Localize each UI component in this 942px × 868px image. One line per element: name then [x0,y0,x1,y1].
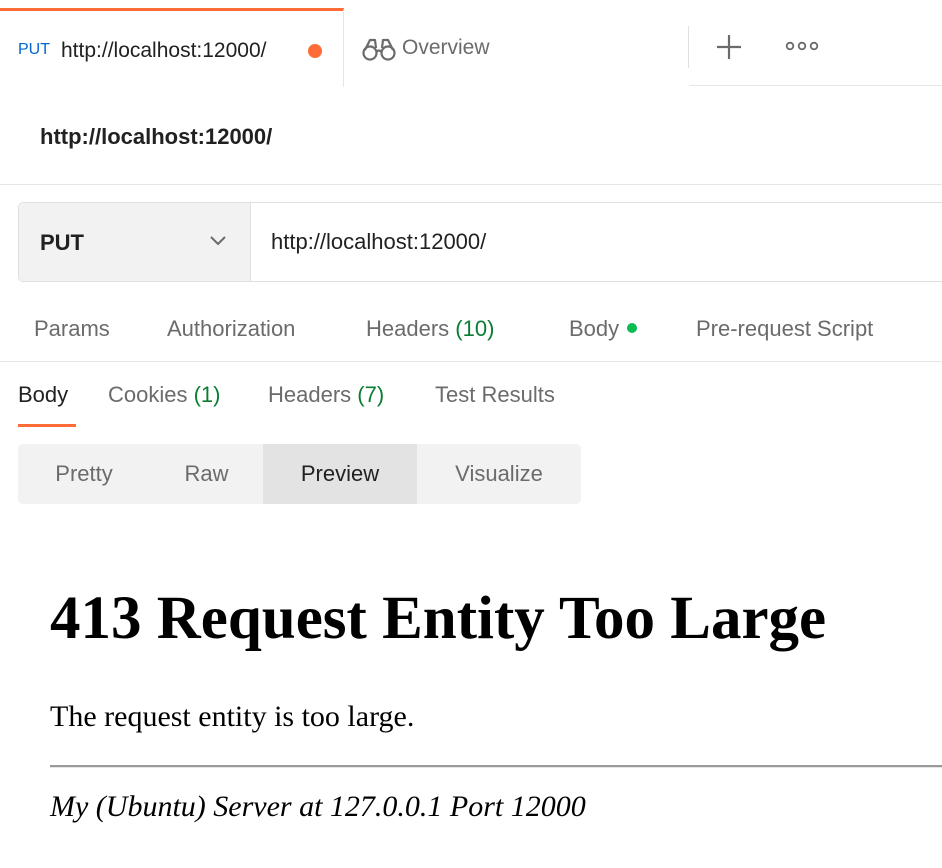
tab-label: Headers [268,382,352,407]
response-headers-count: (7) [357,382,385,407]
tab-body[interactable]: Body [569,316,638,342]
tab-bar: PUT http://localhost:12000/ Overview [0,0,942,87]
tab-method-label: PUT [18,41,50,58]
tab-label: Params [34,316,110,341]
binoculars-icon [362,38,396,61]
plus-icon[interactable] [712,30,746,64]
server-signature: My (Ubuntu) Server at 127.0.0.1 Port 120… [50,790,586,823]
tab-pre-request-script[interactable]: Pre-request Script [696,316,873,342]
preview-message: The request entity is too large. [50,700,415,733]
request-title[interactable]: http://localhost:12000/ [40,124,272,150]
view-mode-toggle: Pretty Raw Preview Visualize [18,444,581,504]
more-horizontal-icon[interactable] [784,36,820,56]
tab-label: Pre-request Script [696,316,874,341]
chevron-down-icon [210,236,226,246]
cookies-count: (1) [193,382,221,407]
tab-cookies[interactable]: Cookies (1) [108,382,221,408]
view-mode-raw[interactable]: Raw [150,444,263,504]
response-tabs: Body Cookies (1) Headers (7) Test Result… [0,366,942,428]
unsaved-dot-icon [308,44,322,58]
tab-label: Headers [366,316,450,341]
method-value: PUT [40,230,84,255]
view-mode-visualize[interactable]: Visualize [417,444,581,504]
preview-divider [50,765,942,768]
method-dropdown[interactable]: PUT [19,203,251,281]
url-input[interactable] [251,203,942,281]
green-dot-icon [627,323,638,334]
view-mode-preview[interactable]: Preview [263,444,417,504]
tab-url-label: http://localhost:12000/ [61,39,267,62]
tab-label: Authorization [167,316,296,341]
tab-label: Cookies [108,382,188,407]
headers-count: (10) [455,316,495,341]
tab-label: Body [569,316,620,341]
tab-label: Body [18,382,69,407]
divider [0,184,942,185]
tab-overview[interactable]: Overview [344,8,689,86]
view-mode-pretty[interactable]: Pretty [18,444,150,504]
tab-response-headers[interactable]: Headers (7) [268,382,384,408]
tab-divider [688,26,689,68]
tab-headers[interactable]: Headers (10) [366,316,494,342]
tab-test-results[interactable]: Test Results [435,382,555,408]
tab-response-body[interactable]: Body [18,382,68,408]
tab-authorization[interactable]: Authorization [167,316,295,342]
url-bar: PUT [18,202,942,282]
tab-params[interactable]: Params [34,316,110,342]
request-tabs: Params Authorization Headers (10) Body P… [0,300,942,362]
preview-heading: 413 Request Entity Too Large [50,585,827,652]
tab-label: Test Results [435,382,555,407]
tab-request-active[interactable]: PUT http://localhost:12000/ [0,8,344,87]
active-tab-underline [18,424,76,427]
tab-overview-label: Overview [402,36,490,59]
